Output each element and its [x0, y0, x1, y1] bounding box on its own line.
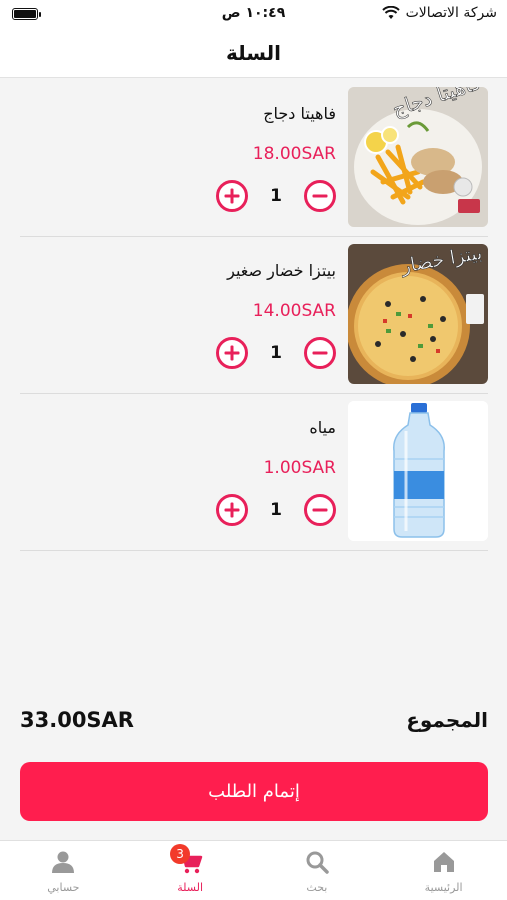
cart-count-badge: 3 [170, 844, 191, 864]
status-carrier: شركة الاتصالات [381, 5, 497, 21]
header: السلة [0, 28, 507, 78]
wifi-icon [381, 6, 400, 19]
quantity-stepper: 1 [216, 336, 336, 370]
search-icon [306, 851, 329, 874]
tab-label: بحث [306, 881, 328, 894]
tab-label: السلة [177, 881, 203, 894]
tab-label: الرئيسية [424, 881, 463, 894]
item-quantity: 1 [270, 186, 282, 206]
increase-quantity-button[interactable] [216, 337, 248, 369]
item-quantity: 1 [270, 500, 282, 520]
status-bar: ١٠:٤٩ ص شركة الاتصالات [0, 0, 507, 28]
cart-item: بيتزا خضار بيتزا خضار صغير 14.00SAR 1 [20, 237, 488, 394]
total-row: 33.00SAR المجموع [20, 700, 488, 740]
cart-screen: ١٠:٤٩ ص شركة الاتصالات السلة فاهيتا دجاج… [0, 0, 507, 900]
tab-label: حسابي [47, 881, 80, 894]
item-price: 14.00SAR [252, 301, 336, 321]
tab-search[interactable]: بحث [254, 841, 381, 900]
quantity-stepper: 1 [216, 493, 336, 527]
decrease-quantity-button[interactable] [304, 337, 336, 369]
item-price: 18.00SAR [252, 144, 336, 164]
tab-bar: الرئيسية بحث 3 السلة حسابي [0, 840, 507, 900]
tab-account[interactable]: حسابي [0, 841, 127, 900]
item-quantity: 1 [270, 343, 282, 363]
item-name: مياه [309, 418, 336, 437]
cart-list: فاهيتا دجاج فاهيتا دجاج 18.00SAR 1 بيتزا… [20, 80, 488, 551]
tab-home[interactable]: الرئيسية [380, 841, 507, 900]
quantity-stepper: 1 [216, 179, 336, 213]
total-label: المجموع [406, 708, 488, 732]
checkout-button[interactable]: إتمام الطلب [20, 762, 488, 821]
increase-quantity-button[interactable] [216, 180, 248, 212]
total-amount: 33.00SAR [20, 708, 134, 732]
item-price: 1.00SAR [263, 458, 336, 478]
decrease-quantity-button[interactable] [304, 494, 336, 526]
veggie-pizza-photo: بيتزا خضار [348, 244, 488, 384]
cart-item: مياه 1.00SAR 1 [20, 394, 488, 551]
tab-cart[interactable]: 3 السلة [127, 841, 254, 900]
user-icon [52, 851, 75, 873]
item-name: فاهيتا دجاج [263, 104, 336, 123]
status-time: ١٠:٤٩ ص [221, 5, 286, 21]
home-icon [433, 852, 454, 872]
battery-icon [12, 8, 41, 20]
decrease-quantity-button[interactable] [304, 180, 336, 212]
fajita-chicken-photo: فاهيتا دجاج [348, 87, 488, 227]
increase-quantity-button[interactable] [216, 494, 248, 526]
water-bottle-photo [348, 401, 488, 541]
item-name: بيتزا خضار صغير [227, 261, 336, 280]
cart-item: فاهيتا دجاج فاهيتا دجاج 18.00SAR 1 [20, 80, 488, 237]
page-title: السلة [225, 40, 281, 65]
carrier-name: شركة الاتصالات [405, 5, 497, 21]
